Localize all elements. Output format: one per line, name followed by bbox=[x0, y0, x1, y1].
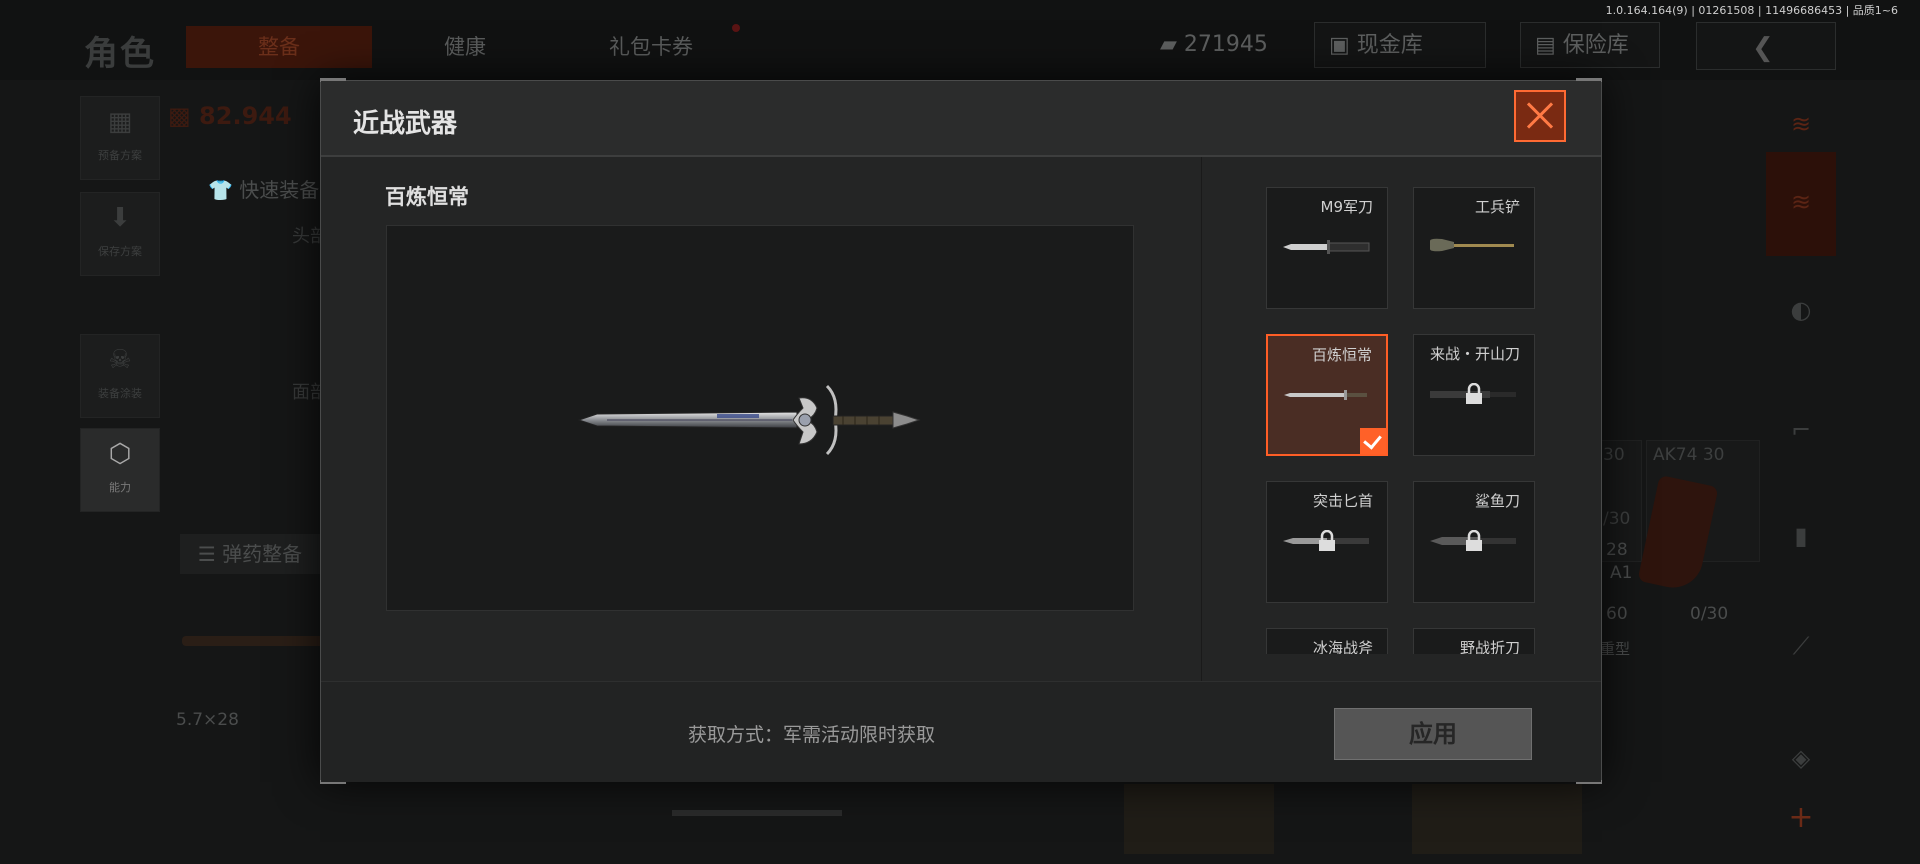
dialog-header: 近战武器 bbox=[321, 81, 1601, 157]
weapon-slot-dagger[interactable]: 突击匕首 bbox=[1266, 481, 1388, 603]
rifle-icon[interactable]: ⌐ bbox=[1778, 410, 1824, 450]
right-rail: ≋ ≋ ◐ ⌐ ▮ ⟋ ◈ + bbox=[1764, 96, 1838, 856]
lock-icon bbox=[1466, 383, 1482, 404]
cash-icon: ▰ bbox=[1160, 32, 1177, 57]
stack-icon[interactable]: ≋ bbox=[1778, 182, 1824, 222]
ammo-prep-button[interactable]: ☰ 弹药整备 bbox=[180, 534, 320, 574]
lock-icon bbox=[1466, 530, 1482, 551]
weapon-slot-bailian[interactable]: 百炼恒常 bbox=[1266, 334, 1388, 456]
weapon-slot-label: 百炼恒常 bbox=[1311, 346, 1372, 364]
weapon-slot-label: 突击匕首 bbox=[1312, 492, 1373, 510]
sidebar-item-skin[interactable]: ☠ 装备涂装 bbox=[80, 334, 160, 418]
safe-icon: ▤ bbox=[1535, 33, 1556, 58]
tab-health[interactable]: 健康 bbox=[372, 26, 558, 68]
item-thumb bbox=[1124, 784, 1274, 854]
weapon-slot-label: 冰海战斧 bbox=[1312, 639, 1373, 654]
ability-icon: ⬡ bbox=[108, 439, 132, 469]
ammo-icon: ☰ bbox=[197, 542, 216, 566]
weapon-slot-label: 野战折刀 bbox=[1459, 639, 1520, 654]
melee-weapon-dialog: 近战武器 百炼恒常 M9军刀 工兵铲 百炼恒常 来战・开山刀 突击匕首 鲨鱼刀 … bbox=[320, 78, 1602, 784]
weapon-silhouette bbox=[672, 810, 842, 816]
ak74-ammo-count: 0/30 bbox=[1690, 604, 1729, 624]
shirt-icon: 👕 bbox=[208, 178, 233, 202]
sword-image bbox=[577, 384, 921, 456]
weapon-silhouette bbox=[182, 636, 332, 646]
safe-box-label: 保险库 bbox=[1562, 33, 1629, 58]
close-button[interactable] bbox=[1514, 90, 1566, 142]
side-number: 60 bbox=[1606, 604, 1628, 624]
knife-icon bbox=[1283, 240, 1370, 254]
magazine-icon[interactable]: ▮ bbox=[1778, 516, 1824, 556]
chevron-left-icon: ❮ bbox=[1752, 33, 1774, 63]
selected-item-name: 百炼恒常 bbox=[385, 185, 469, 209]
weapon-slot-label: M9军刀 bbox=[1320, 198, 1374, 216]
weapon-preview bbox=[386, 225, 1134, 611]
weapon-slot-m9[interactable]: M9军刀 bbox=[1266, 187, 1388, 309]
panel-divider bbox=[1201, 157, 1202, 757]
tab-gift-cards[interactable]: 礼包卡券 bbox=[558, 26, 744, 68]
vest-icon: ▦ bbox=[107, 107, 133, 137]
vault-icon: ▣ bbox=[1329, 33, 1350, 58]
weapon-slot-ice-axe[interactable]: 冰海战斧 bbox=[1266, 628, 1388, 654]
helmet-icon[interactable]: ◐ bbox=[1778, 290, 1824, 330]
weapon-slot-folding-knife[interactable]: 野战折刀 bbox=[1413, 628, 1535, 654]
shovel-icon bbox=[1430, 238, 1514, 252]
apply-button[interactable]: 应用 bbox=[1334, 708, 1532, 760]
weapon-slot-label: 工兵铲 bbox=[1474, 198, 1520, 216]
weapon-slot-label: 来战・开山刀 bbox=[1429, 345, 1520, 363]
checkmark-icon bbox=[1360, 428, 1386, 454]
acquire-method-text: 获取方式：军需活动限时获取 bbox=[688, 724, 936, 746]
sidebar-item-save[interactable]: ⬇ 保存方案 bbox=[80, 192, 160, 276]
sidebar-item-ability[interactable]: ⬡ 能力 bbox=[80, 428, 160, 512]
currency-display: ▰ 271945 bbox=[1146, 22, 1282, 68]
sword-icon bbox=[1284, 390, 1367, 400]
safe-box-button[interactable]: ▤ 保险库 bbox=[1520, 22, 1660, 68]
weight-display: ▩ 82.944 bbox=[168, 102, 292, 130]
cash-vault-button[interactable]: ▣ 现金库 14M bbox=[1314, 22, 1486, 104]
download-icon: ⬇ bbox=[109, 203, 131, 233]
back-button[interactable]: ❮ bbox=[1696, 22, 1836, 70]
dialog-title: 近战武器 bbox=[353, 109, 458, 139]
item-thumb bbox=[1412, 784, 1582, 854]
pouch-icon[interactable]: ◈ bbox=[1778, 738, 1824, 778]
dialog-footer: 获取方式：军需活动限时获取 应用 bbox=[321, 681, 1601, 782]
notification-dot bbox=[732, 24, 740, 32]
weapon-slot-machete[interactable]: 来战・开山刀 bbox=[1413, 334, 1535, 456]
weight-icon: ▩ bbox=[168, 102, 191, 130]
side-number: 重型 bbox=[1600, 640, 1631, 658]
skull-icon: ☠ bbox=[108, 345, 132, 375]
knife-icon[interactable]: ⟋ bbox=[1778, 626, 1824, 666]
add-icon[interactable]: + bbox=[1778, 798, 1824, 838]
side-number: 28 bbox=[1606, 540, 1628, 560]
weapon-slot-shovel[interactable]: 工兵铲 bbox=[1413, 187, 1535, 309]
version-info: 1.0.164.164(9) | 01261508 | 11496686453 … bbox=[1605, 4, 1898, 17]
weapon-slot-shark-knife[interactable]: 鲨鱼刀 bbox=[1413, 481, 1535, 603]
sidebar-item-preset[interactable]: ▦ 预备方案 bbox=[80, 96, 160, 180]
side-number: A1 bbox=[1610, 563, 1633, 583]
tab-equip[interactable]: 整备 bbox=[186, 26, 372, 68]
layers-icon[interactable]: ≋ bbox=[1778, 104, 1824, 144]
quick-equip-button[interactable]: 👕 快速装备 bbox=[208, 174, 319, 203]
weapon-slot-label: 鲨鱼刀 bbox=[1474, 492, 1520, 510]
currency-value: 271945 bbox=[1183, 32, 1268, 57]
lock-icon bbox=[1319, 530, 1335, 551]
page-title: 角色 bbox=[84, 34, 156, 74]
caliber-label: 5.7×28 bbox=[176, 710, 239, 730]
